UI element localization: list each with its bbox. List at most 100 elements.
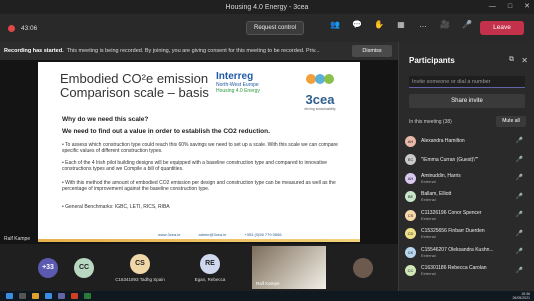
gallery-tile-name: C16341893 Tadhg Spain [115, 276, 165, 282]
excel-icon[interactable] [84, 293, 91, 299]
participant-external-label: External [421, 234, 436, 240]
participant-external-label: External [421, 252, 436, 258]
participant-row[interactable]: CC C16301186 Rebecca Carolan External 🎤 [405, 262, 529, 281]
housing-logo-text: Housing 4.0 Energy [216, 88, 260, 94]
close-button[interactable]: ✕ [524, 0, 530, 14]
presenter-name: Ralf Kampe [4, 236, 31, 242]
participant-info: C15325656 Finbarr Duerden External [421, 228, 485, 239]
title-bar: Housing 4.0 Energy - 3cea — □ ✕ [0, 0, 534, 14]
mute-all-button[interactable]: Mute all [496, 116, 526, 127]
leave-button[interactable]: Leave [480, 21, 524, 35]
explorer-icon[interactable] [32, 293, 39, 299]
chat-icon[interactable]: 💬 [350, 20, 364, 36]
more-icon[interactable]: … [416, 20, 430, 36]
3cea-logo-text: 3cea [305, 92, 335, 107]
avatar: RE [200, 253, 220, 274]
start-icon[interactable] [6, 293, 13, 299]
participant-info: C11326196 Conor Spencer External [421, 210, 482, 221]
raise-hand-icon-glyph: ✋ [374, 20, 384, 29]
mic-off-icon: 🎤 [515, 138, 523, 144]
rooms-icon[interactable]: ▦ [394, 20, 408, 36]
in-meeting-section-header[interactable]: In this meeting (38) [409, 119, 452, 125]
slide-footer-bar [38, 239, 360, 242]
maximize-button[interactable]: □ [508, 0, 512, 14]
gallery-tile-cs[interactable]: CS C16341893 Tadhg Spain [110, 246, 170, 289]
meeting-timer: 43:06 [21, 24, 38, 32]
slide-title-line1: Embodied CO²e emission [60, 71, 209, 86]
people-icon[interactable]: 👥 [328, 20, 342, 36]
participant-external-label: External [421, 271, 436, 277]
participant-row[interactable]: AH Alexandra Hamilton 🎤 [405, 132, 529, 151]
participant-row[interactable]: CK C15546207 Oleksandra Kushn... External 🎤 [405, 243, 529, 262]
banner-bold-text: Recording has started. [4, 48, 64, 54]
participant-row[interactable]: AH Aminuddin, Harris External 🎤 [405, 169, 529, 188]
participant-info: Aminuddin, Harris External [421, 173, 461, 184]
shared-screen: Embodied CO²e emission Comparison scale … [0, 60, 398, 244]
presenter-video-tile[interactable]: Ralf Kampe [252, 246, 326, 289]
participant-row[interactable]: CS C11326196 Conor Spencer External 🎤 [405, 206, 529, 225]
participant-info: Alexandra Hamilton [421, 138, 465, 144]
camera-icon-glyph: 🎥 [440, 20, 450, 29]
powerpoint-icon[interactable] [71, 293, 78, 299]
camera-icon[interactable]: 🎥 [438, 20, 452, 36]
gallery-tile-photo[interactable] [348, 246, 378, 289]
chat-icon-glyph: 💬 [352, 20, 362, 29]
avatar-photo [353, 257, 373, 278]
dismiss-button[interactable]: Dismiss [352, 45, 392, 57]
minimize-button[interactable]: — [489, 0, 496, 14]
participant-row[interactable]: EC "\Emma Curran (Guest)\"" 🎤 [405, 151, 529, 170]
video-tile-name: Ralf Kampe [256, 281, 280, 286]
gallery-tile-name: Egan, Rebecca [194, 276, 226, 282]
presentation-slide: Embodied CO²e emission Comparison scale … [38, 62, 360, 242]
slide-title: Embodied CO²e emission Comparison scale … [60, 72, 209, 100]
avatar: CC [405, 265, 416, 277]
close-icon[interactable]: ✕ [521, 56, 528, 65]
3cea-logo-subtext: driving sustainability [304, 107, 336, 111]
avatar: CK [405, 246, 416, 258]
avatar: AH [405, 135, 416, 147]
teams-icon[interactable] [58, 293, 65, 299]
meeting-toolbar: 43:06 Request control 👥💬✋▦…🎥🎤⬆ Leave [0, 14, 534, 42]
slide-bullet-3: • With this method the amount of embodie… [62, 180, 336, 192]
edge-icon[interactable] [45, 293, 52, 299]
participant-gallery: +33 CC CS C16341893 Tadhg Spain RE Egan,… [0, 244, 398, 291]
popout-icon[interactable]: ⧉ [509, 56, 514, 64]
mic-off-icon: 🎤 [515, 249, 523, 255]
participants-title: Participants [409, 56, 455, 65]
recording-banner: Recording has started. This meeting is b… [0, 42, 398, 60]
share-invite-button[interactable]: Share invite [409, 94, 525, 108]
participant-external-label: External [421, 178, 436, 184]
avatar: AH [405, 172, 416, 184]
participant-external-label: External [421, 197, 436, 203]
slide-bullet-1: • To assess which construction type coul… [62, 142, 338, 154]
footer-web: www.3cea.ie [158, 232, 181, 237]
slide-footer: www.3cea.ie admin@3cea.ie +353 (0)56 779… [158, 232, 282, 237]
participants-panel: Participants ⧉ ✕ Invite someone or dial … [398, 42, 534, 291]
mic-icon[interactable]: 🎤 [460, 20, 474, 36]
avatar: CC [74, 257, 94, 278]
participant-info: "\Emma Curran (Guest)\"" [421, 157, 478, 163]
raise-hand-icon[interactable]: ✋ [372, 20, 386, 36]
invite-input[interactable]: Invite someone or dial a number [409, 76, 525, 88]
gallery-tile-re[interactable]: RE Egan, Rebecca [182, 246, 238, 289]
slide-heading-2: We need to find out a value in order to … [62, 128, 270, 135]
window-title: Housing 4.0 Energy - 3cea [225, 3, 309, 11]
mic-off-icon: 🎤 [515, 267, 523, 274]
avatar: CS [405, 209, 416, 221]
interreg-logo: Interreg North-West Europe Housing 4.0 E… [216, 72, 286, 108]
rooms-icon-glyph: ▦ [397, 20, 405, 29]
mic-off-icon: 🎤 [515, 230, 523, 237]
slide-title-line2: Comparison scale – basis [60, 85, 209, 100]
participant-external-label: External [421, 215, 436, 221]
recording-dot-icon [8, 24, 15, 32]
gallery-tile-cc[interactable]: CC [64, 246, 104, 289]
footer-mail: admin@3cea.ie [198, 232, 227, 237]
participant-row[interactable]: CD C15325656 Finbarr Duerden External 🎤 [405, 225, 529, 244]
participant-row[interactable]: BE Ballam, Elliott External 🎤 [405, 188, 529, 207]
taskbar-clock: 15:36 26/05/2021 [512, 292, 530, 300]
mic-icon-glyph: 🎤 [462, 20, 472, 29]
search-icon[interactable] [19, 293, 26, 299]
request-control-button[interactable]: Request control [246, 21, 304, 35]
people-icon-glyph: 👥 [330, 20, 340, 29]
gallery-tile-overflow[interactable]: +33 [28, 246, 68, 289]
